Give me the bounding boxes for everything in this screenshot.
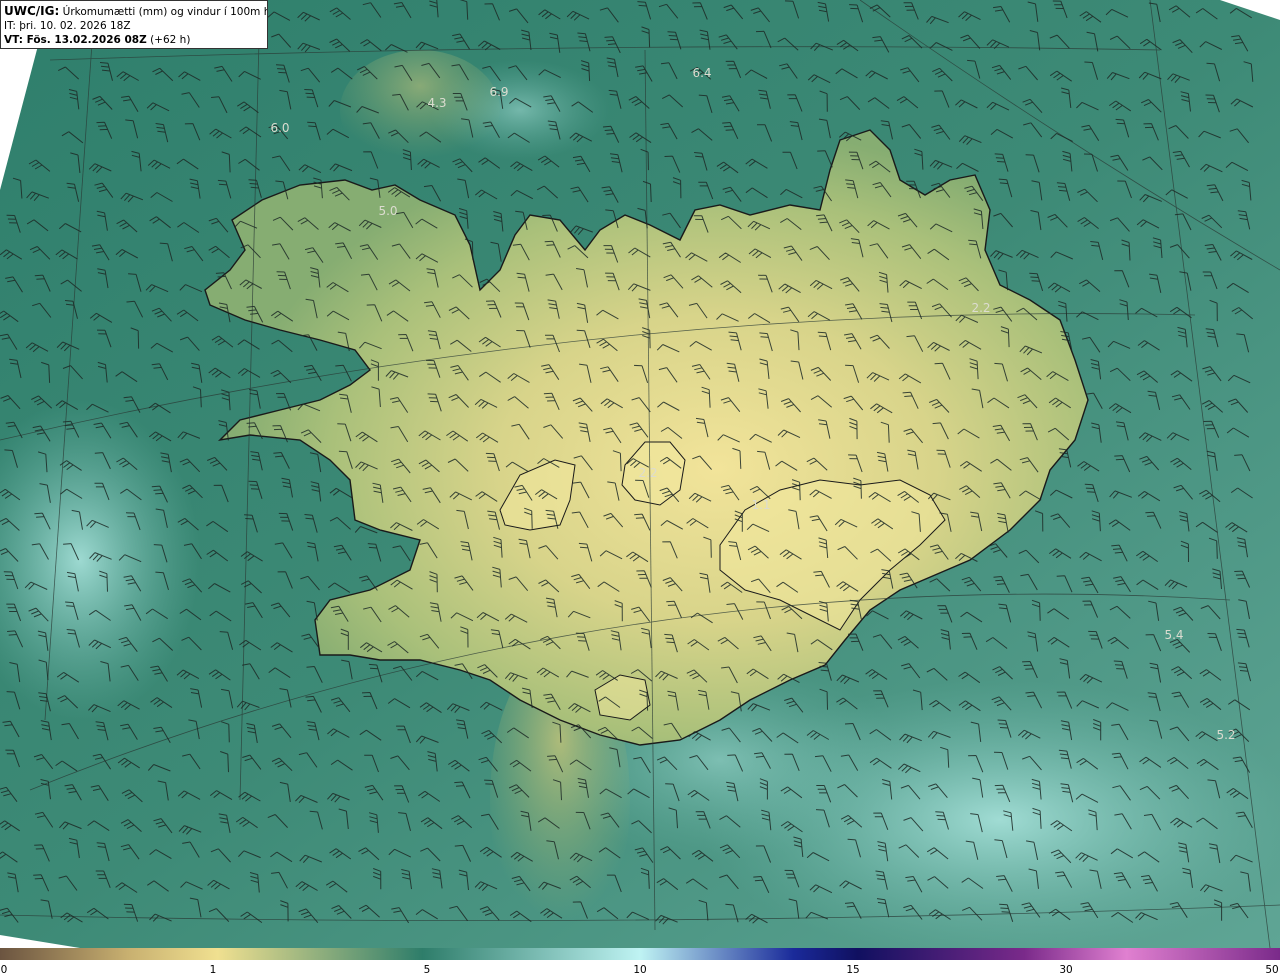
colorbar-tick: 30	[1059, 964, 1073, 976]
value-label: 6.0	[270, 121, 290, 135]
colorbar-tick: 15	[846, 964, 860, 976]
colorbar-tick: 10	[633, 964, 647, 976]
colorbar-tick: 0	[0, 964, 8, 976]
colorbar-tick: 1	[209, 964, 217, 976]
value-label: 6.4	[692, 66, 712, 80]
value-label: 5.2	[1216, 728, 1236, 742]
colorbar-tick: 50	[1265, 964, 1279, 976]
valid-offset: (+62 h)	[150, 34, 191, 46]
issue-time-label: IT:	[4, 20, 16, 32]
product-label: UWC/IG:	[4, 4, 60, 18]
value-label: 5.4	[1164, 628, 1184, 642]
valid-time: VT: Fös. 13.02.2026 08Z	[4, 34, 147, 46]
value-label: 4.3	[427, 96, 447, 110]
colorbar-tick: 5	[423, 964, 431, 976]
map-area: UWC/IG: Úrkomumætti (mm) og vindur í 100…	[0, 0, 1280, 948]
product-description: Úrkomumætti (mm) og vindur í 100m hæð	[62, 6, 268, 18]
map-info-box: UWC/IG: Úrkomumætti (mm) og vindur í 100…	[0, 0, 268, 49]
value-label: 2.2	[638, 466, 658, 480]
value-label: 2.2	[971, 301, 991, 315]
value-label: 6.9	[489, 85, 509, 99]
value-label: 1.1	[751, 498, 771, 512]
issue-time: þri. 10. 02. 2026 18Z	[19, 20, 131, 32]
colorbar: 0 1 5 10 15 30 50	[0, 948, 1280, 978]
value-label: 5.0	[378, 204, 398, 218]
colorbar-gradient	[0, 948, 1280, 960]
